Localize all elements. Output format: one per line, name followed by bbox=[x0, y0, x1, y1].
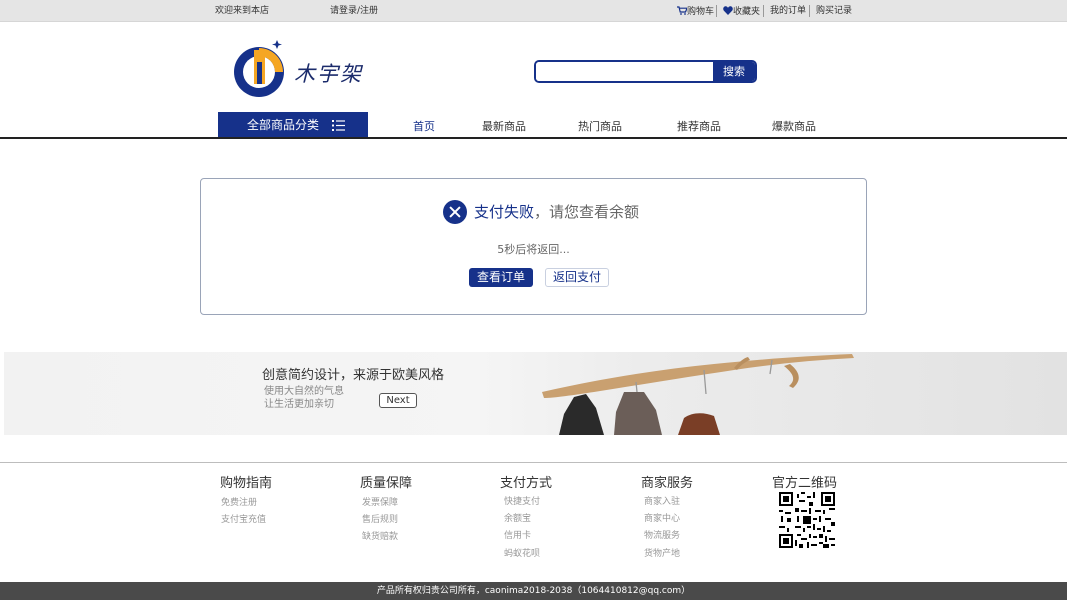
footer-link[interactable]: 商家中心 bbox=[644, 514, 680, 525]
footer-col-title: 购物指南 bbox=[220, 476, 273, 491]
copyright-text: 产品所有权归贵公司所有，caonima2018-2038（1064410812@… bbox=[376, 586, 691, 596]
result-title: 支付失败 bbox=[474, 203, 535, 221]
cart-link[interactable]: 购物车 bbox=[677, 6, 714, 17]
countdown-text: 5秒后将返回... bbox=[497, 243, 570, 256]
search-input[interactable] bbox=[536, 62, 714, 81]
logo-icon[interactable] bbox=[232, 36, 292, 98]
footer-link[interactable]: 缺货赔款 bbox=[362, 532, 398, 543]
nav-hot[interactable]: 爆款商品 bbox=[772, 120, 816, 134]
nav-divider bbox=[0, 137, 1067, 139]
footer-link[interactable]: 蚂蚁花呗 bbox=[504, 549, 540, 560]
footer-link[interactable]: 发票保障 bbox=[362, 498, 398, 509]
footer-link[interactable]: 余额宝 bbox=[504, 514, 531, 525]
nav-popular[interactable]: 热门商品 bbox=[578, 120, 622, 134]
login-register-link[interactable]: 请登录/注册 bbox=[330, 6, 378, 16]
banner-line-2: 让生活更加亲切 bbox=[264, 399, 334, 410]
back-to-pay-button[interactable]: 返回支付 bbox=[545, 268, 609, 287]
view-order-button[interactable]: 查看订单 bbox=[469, 268, 533, 287]
list-icon bbox=[332, 120, 345, 131]
cart-label: 购物车 bbox=[687, 7, 715, 17]
divider bbox=[809, 5, 810, 17]
footer-link[interactable]: 快捷支付 bbox=[504, 497, 540, 508]
all-categories-label: 全部商品分类 bbox=[247, 118, 320, 132]
footer-col-title: 商家服务 bbox=[641, 476, 694, 491]
footer-col-title: 支付方式 bbox=[500, 476, 553, 491]
copyright-bar: 产品所有权归贵公司所有，caonima2018-2038（1064410812@… bbox=[0, 582, 1067, 600]
footer-link[interactable]: 物流服务 bbox=[644, 531, 680, 542]
footer-col-title: 官方二维码 bbox=[772, 476, 838, 491]
payment-result-panel: 支付失败，请您查看余额 5秒后将返回... 查看订单 返回支付 bbox=[200, 178, 867, 315]
qr-code-icon bbox=[779, 492, 835, 548]
result-subtitle: ，请您查看余额 bbox=[534, 203, 640, 221]
footer-link[interactable]: 信用卡 bbox=[504, 531, 531, 542]
footer-link[interactable]: 商家入驻 bbox=[644, 497, 680, 508]
cart-icon bbox=[677, 6, 688, 15]
logo-text: 木宇架 bbox=[294, 62, 363, 86]
close-circle-icon bbox=[443, 200, 467, 224]
footer-divider bbox=[0, 462, 1067, 463]
divider bbox=[716, 5, 717, 17]
divider bbox=[763, 5, 764, 17]
footer-link[interactable]: 售后规则 bbox=[362, 515, 398, 526]
footer-col-title: 质量保障 bbox=[360, 476, 413, 491]
banner-next-button[interactable]: Next bbox=[379, 393, 417, 408]
welcome-text: 欢迎来到本店 bbox=[215, 6, 270, 16]
favorites-label: 收藏夹 bbox=[733, 7, 761, 17]
footer-link[interactable]: 货物产地 bbox=[644, 549, 680, 560]
favorites-link[interactable]: 收藏夹 bbox=[723, 6, 760, 17]
all-categories-button[interactable]: 全部商品分类 bbox=[218, 112, 368, 138]
search-button[interactable]: 搜索 bbox=[713, 62, 755, 81]
my-orders-link[interactable]: 我的订单 bbox=[770, 6, 806, 16]
banner-line-1: 使用大自然的气息 bbox=[264, 386, 344, 397]
nav-newest[interactable]: 最新商品 bbox=[482, 120, 526, 134]
search-bar: 搜索 bbox=[534, 60, 757, 83]
promo-banner: 创意简约设计，来源于欧美风格 使用大自然的气息 让生活更加亲切 Next bbox=[4, 352, 1067, 435]
footer-link[interactable]: 免费注册 bbox=[221, 498, 257, 509]
footer-link[interactable]: 支付宝充值 bbox=[221, 515, 266, 526]
heart-icon bbox=[723, 6, 733, 15]
result-heading: 支付失败，请您查看余额 bbox=[474, 203, 639, 221]
nav-recommended[interactable]: 推荐商品 bbox=[677, 120, 721, 134]
purchase-history-link[interactable]: 购买记录 bbox=[816, 6, 852, 16]
banner-title: 创意简约设计，来源于欧美风格 bbox=[262, 368, 445, 383]
nav-home[interactable]: 首页 bbox=[413, 120, 435, 134]
coat-rack-image bbox=[542, 354, 854, 435]
top-bar: 欢迎来到本店 请登录/注册 购物车 收藏夹 我的订单 购买记录 bbox=[0, 0, 1067, 22]
